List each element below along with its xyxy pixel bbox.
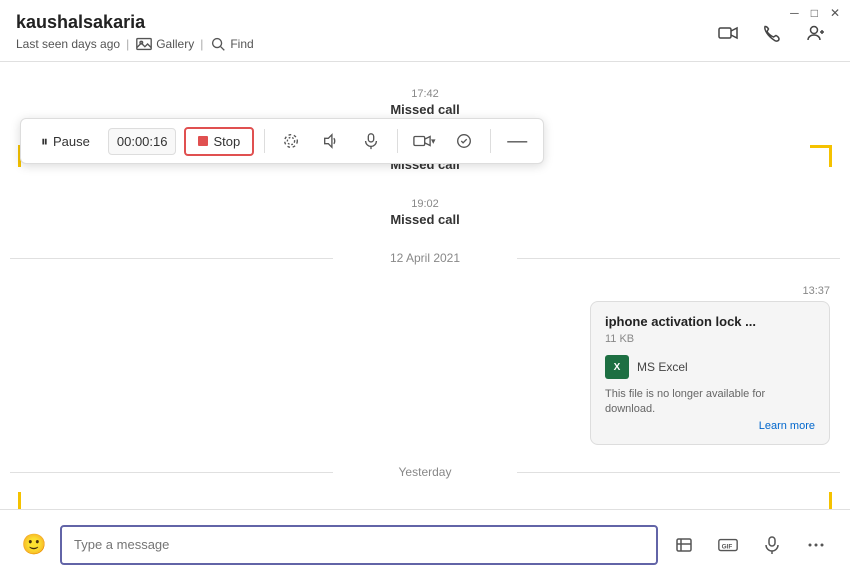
file-type-label: MS Excel — [637, 360, 688, 374]
gallery-label: Gallery — [156, 37, 194, 51]
gallery-link[interactable]: Gallery — [135, 35, 194, 53]
audio-call-button[interactable] — [754, 15, 790, 51]
message-input[interactable] — [60, 525, 658, 565]
file-message: 13:37 iphone activation lock ... 11 KB X… — [0, 279, 850, 451]
file-bubble: iphone activation lock ... 11 KB X MS Ex… — [590, 301, 830, 445]
separator-2: | — [200, 37, 203, 51]
file-title: iphone activation lock ... — [605, 314, 815, 329]
close-button[interactable]: ✕ — [830, 6, 840, 20]
emoji-button[interactable]: 🙂 — [16, 527, 52, 563]
find-label: Find — [230, 37, 253, 51]
svg-text:GIF: GIF — [722, 543, 733, 550]
excel-icon: X — [605, 355, 629, 379]
msg-label-3: Missed call — [60, 212, 790, 227]
date-separator-yesterday: Yesterday — [0, 465, 850, 479]
contact-name: kaushalsakaria — [16, 12, 254, 33]
header-info: kaushalsakaria Last seen days ago | Gall… — [16, 12, 254, 53]
minimize-button[interactable]: ─ — [790, 6, 799, 20]
pause-icon: ⏸ — [41, 133, 48, 150]
chat-footer: 🙂 GIF — [0, 509, 850, 579]
stop-button[interactable]: Stop — [184, 127, 254, 156]
recording-toolbar: ⏸ Pause 00:00:16 Stop ▾ — — [20, 118, 544, 164]
msg-time-3: 19:02 — [60, 198, 790, 210]
mic-button[interactable] — [355, 125, 387, 157]
recording-timer: 00:00:16 — [108, 128, 177, 155]
separator-1: | — [126, 37, 129, 51]
toolbar-divider-1 — [264, 129, 265, 153]
attach-button[interactable] — [666, 527, 702, 563]
file-message-time: 13:37 — [802, 285, 830, 297]
audio-record-button[interactable] — [754, 527, 790, 563]
volume-button[interactable] — [315, 125, 347, 157]
no-answer-msg: 20:32 No answer — [0, 493, 850, 496]
blur-button[interactable] — [275, 125, 307, 157]
stop-icon — [198, 136, 208, 146]
toolbar-divider-3 — [490, 129, 491, 153]
msg-time-1: 17:42 — [60, 88, 790, 100]
camera-chevron: ▾ — [431, 136, 436, 147]
msg-label-1: Missed call — [60, 102, 790, 117]
minimize-toolbar-button[interactable]: — — [501, 126, 533, 157]
chat-header: kaushalsakaria Last seen days ago | Gall… — [0, 0, 850, 62]
effects-button[interactable] — [448, 125, 480, 157]
file-unavailable-text: This file is no longer available for dow… — [605, 387, 815, 418]
find-link[interactable]: Find — [209, 35, 253, 53]
file-size: 11 KB — [605, 333, 815, 345]
gif-button[interactable]: GIF — [710, 527, 746, 563]
pause-button[interactable]: ⏸ Pause — [31, 128, 100, 155]
pause-label: Pause — [53, 134, 90, 149]
stop-label: Stop — [213, 134, 240, 149]
maximize-button[interactable]: □ — [811, 6, 818, 20]
header-subtitle: Last seen days ago | Gallery | Find — [16, 35, 254, 53]
camera-button[interactable]: ▾ — [408, 125, 440, 157]
file-type-row: X MS Excel — [605, 355, 815, 379]
toolbar-divider-2 — [397, 129, 398, 153]
last-seen-text: Last seen days ago — [16, 37, 120, 51]
more-options-button[interactable] — [798, 527, 834, 563]
date-separator-april: 12 April 2021 — [0, 251, 850, 265]
video-call-button[interactable] — [710, 15, 746, 51]
yellow-corner-top-right — [810, 145, 832, 167]
missed-call-3: 19:02 Missed call — [0, 186, 850, 237]
learn-more-link[interactable]: Learn more — [605, 420, 815, 432]
